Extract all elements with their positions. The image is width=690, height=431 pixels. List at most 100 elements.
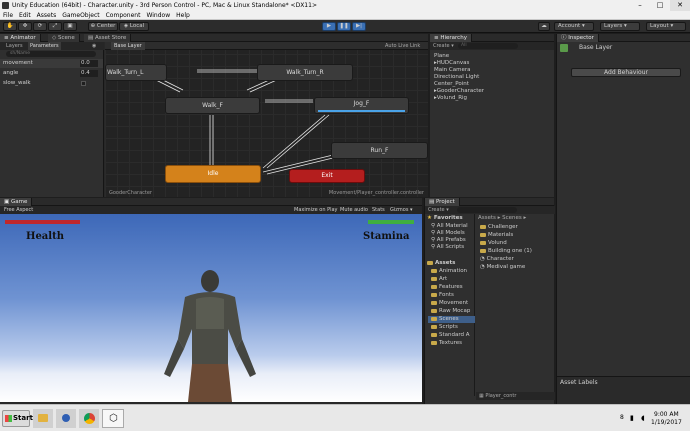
subtab-layers[interactable]: Layers (6, 42, 23, 50)
tab-hierarchy[interactable]: ≡ Hierarchy (430, 34, 472, 42)
pivot-toggle[interactable]: ⊕ Center (88, 22, 118, 31)
taskbar-explorer-icon[interactable] (33, 409, 53, 428)
hierarchy-create-button[interactable]: Create ▾ (433, 42, 454, 50)
scale-tool-button[interactable]: ⤢ (48, 22, 62, 31)
menu-help[interactable]: Help (176, 11, 190, 19)
hierarchy-item-main-camera[interactable]: Main Camera (434, 67, 470, 74)
state-walk-f[interactable]: Walk_F (165, 97, 260, 114)
taskbar-media-icon[interactable] (56, 409, 76, 428)
project-create-button[interactable]: Create ▾ (428, 206, 449, 214)
hierarchy-item-volund-rig[interactable]: ▸Volund_Rig (434, 95, 467, 102)
hierarchy-item-goodercharacter[interactable]: ▸GooderCharacter (434, 88, 484, 95)
start-button[interactable]: Start (2, 410, 33, 427)
project-search-input[interactable] (457, 207, 517, 213)
gizmos-dropdown[interactable]: Gizmos ▾ (390, 206, 413, 214)
game-viewport[interactable]: Health Stamina (0, 214, 422, 402)
folder-features[interactable]: Features (431, 284, 463, 291)
layout-dropdown[interactable]: Layout ▾ (646, 22, 686, 31)
hierarchy-item-plane[interactable]: Plane (434, 53, 449, 60)
subtab-parameters[interactable]: Parameters (28, 42, 61, 50)
folder-standard-assets[interactable]: Standard A (431, 332, 470, 339)
file-volund[interactable]: Volund (480, 240, 507, 247)
menu-assets[interactable]: Assets (37, 11, 57, 19)
auto-live-link-button[interactable]: Auto Live Link (385, 42, 420, 50)
param-value-input[interactable]: 0.0 (80, 60, 98, 67)
tab-project[interactable]: ▤ Project (425, 198, 460, 206)
rotate-tool-button[interactable]: ⟳ (33, 22, 47, 31)
folder-art[interactable]: Art (431, 276, 447, 283)
param-checkbox[interactable] (81, 81, 86, 86)
state-exit[interactable]: Exit (289, 169, 365, 183)
folder-scenes[interactable]: Scenes (428, 316, 475, 323)
rect-tool-button[interactable]: ▣ (63, 22, 77, 31)
clock-date[interactable]: 1/19/2017 (651, 419, 682, 426)
account-dropdown[interactable]: Account ▾ (554, 22, 594, 31)
state-jog-f[interactable]: Jog_F (314, 97, 409, 114)
eye-icon[interactable]: ◉ (92, 42, 96, 50)
stats-toggle[interactable]: Stats (372, 206, 385, 214)
hierarchy-item-directional-light[interactable]: Directional Light (434, 74, 479, 81)
menu-window[interactable]: Window (146, 11, 170, 19)
play-button[interactable]: ▶ (322, 22, 336, 31)
assets-header[interactable]: Assets (427, 260, 455, 267)
taskbar-chrome-icon[interactable] (79, 409, 99, 428)
menu-edit[interactable]: Edit (19, 11, 31, 19)
state-walk-turn-r[interactable]: Walk_Turn_R (257, 64, 353, 81)
folder-fonts[interactable]: Fonts (431, 292, 454, 299)
local-toggle[interactable]: ◈ Local (119, 22, 149, 31)
menu-component[interactable]: Component (106, 11, 141, 19)
hierarchy-item-hudcanvas[interactable]: ▸HUDCanvas (434, 60, 469, 67)
state-walk-turn-l[interactable]: Walk_Turn_L (105, 64, 167, 81)
param-row-movement[interactable]: movement 0.0 (0, 59, 103, 68)
breadcrumb-base-layer[interactable]: Base Layer (111, 42, 145, 50)
state-run-f[interactable]: Run_F (331, 142, 428, 159)
mute-audio-toggle[interactable]: Mute audio (340, 206, 368, 214)
tab-scene[interactable]: ◇ Scene (48, 34, 80, 42)
tab-animator[interactable]: ≡ Animator (0, 34, 41, 42)
param-row-angle[interactable]: angle 0.4 (0, 69, 103, 78)
param-value-input[interactable]: 0.4 (80, 70, 98, 77)
file-materials[interactable]: Materials (480, 232, 513, 239)
folder-scripts[interactable]: Scripts (431, 324, 458, 331)
folder-raw-mocap[interactable]: Raw Mocap (431, 308, 470, 315)
folder-animation[interactable]: Animation (431, 268, 467, 275)
hierarchy-item-center-point[interactable]: Center_Point (434, 81, 469, 88)
tray-network-icon[interactable]: ▮ (630, 414, 634, 422)
favorite-all-scripts[interactable]: ⚲ All Scripts (431, 244, 464, 251)
clock-time[interactable]: 9:00 AM (654, 411, 679, 418)
hand-tool-button[interactable]: ✋ (3, 22, 17, 31)
favorites-header[interactable]: ★ Favorites (427, 215, 463, 222)
move-tool-button[interactable]: ✥ (18, 22, 32, 31)
file-character[interactable]: ◔ Character (480, 256, 514, 263)
file-medival-game[interactable]: ◔ Medival game (480, 264, 525, 271)
project-breadcrumb[interactable]: Assets ▸ Scenes ▸ (478, 215, 526, 222)
favorite-all-materials[interactable]: ⚲ All Material (431, 223, 468, 230)
state-idle[interactable]: Idle (165, 165, 261, 183)
favorite-all-prefabs[interactable]: ⚲ All Prefabs (431, 237, 466, 244)
folder-movement[interactable]: Movement (431, 300, 468, 307)
folder-textures[interactable]: Textures (431, 340, 462, 347)
param-row-slow-walk[interactable]: slow_walk (0, 79, 103, 88)
file-building-one[interactable]: Building one (1) (480, 248, 532, 255)
step-button[interactable]: ▶| (352, 22, 366, 31)
tab-inspector[interactable]: ⓘ Inspector (557, 34, 599, 42)
hierarchy-search-input[interactable]: All (458, 43, 518, 49)
tab-game[interactable]: ▣ Game (0, 198, 33, 206)
maximize-on-play-toggle[interactable]: Maximize on Play (294, 206, 338, 214)
favorite-all-models[interactable]: ⚲ All Models (431, 230, 465, 237)
tab-asset-store[interactable]: ▤ Asset Store (84, 34, 132, 42)
menu-file[interactable]: File (3, 11, 13, 19)
tray-volume-icon[interactable]: ◖ (641, 414, 645, 422)
state-machine-graph[interactable]: Base Layer Auto Live Link Walk_Turn_L Wa… (105, 42, 428, 197)
maximize-button[interactable]: □ (650, 0, 670, 11)
add-behaviour-button[interactable]: Add Behaviour (571, 68, 681, 77)
pause-button[interactable]: ❚❚ (337, 22, 351, 31)
close-button[interactable]: ✕ (670, 0, 690, 11)
menu-gameobject[interactable]: GameObject (62, 11, 99, 19)
aspect-dropdown[interactable]: Free Aspect (4, 206, 33, 214)
layers-dropdown[interactable]: Layers ▾ (600, 22, 640, 31)
file-challenger[interactable]: Challenger (480, 224, 518, 231)
taskbar-unity-icon[interactable]: ⬡ (102, 409, 124, 428)
minimize-button[interactable]: – (630, 0, 650, 11)
cloud-icon[interactable]: ☁ (538, 22, 550, 31)
